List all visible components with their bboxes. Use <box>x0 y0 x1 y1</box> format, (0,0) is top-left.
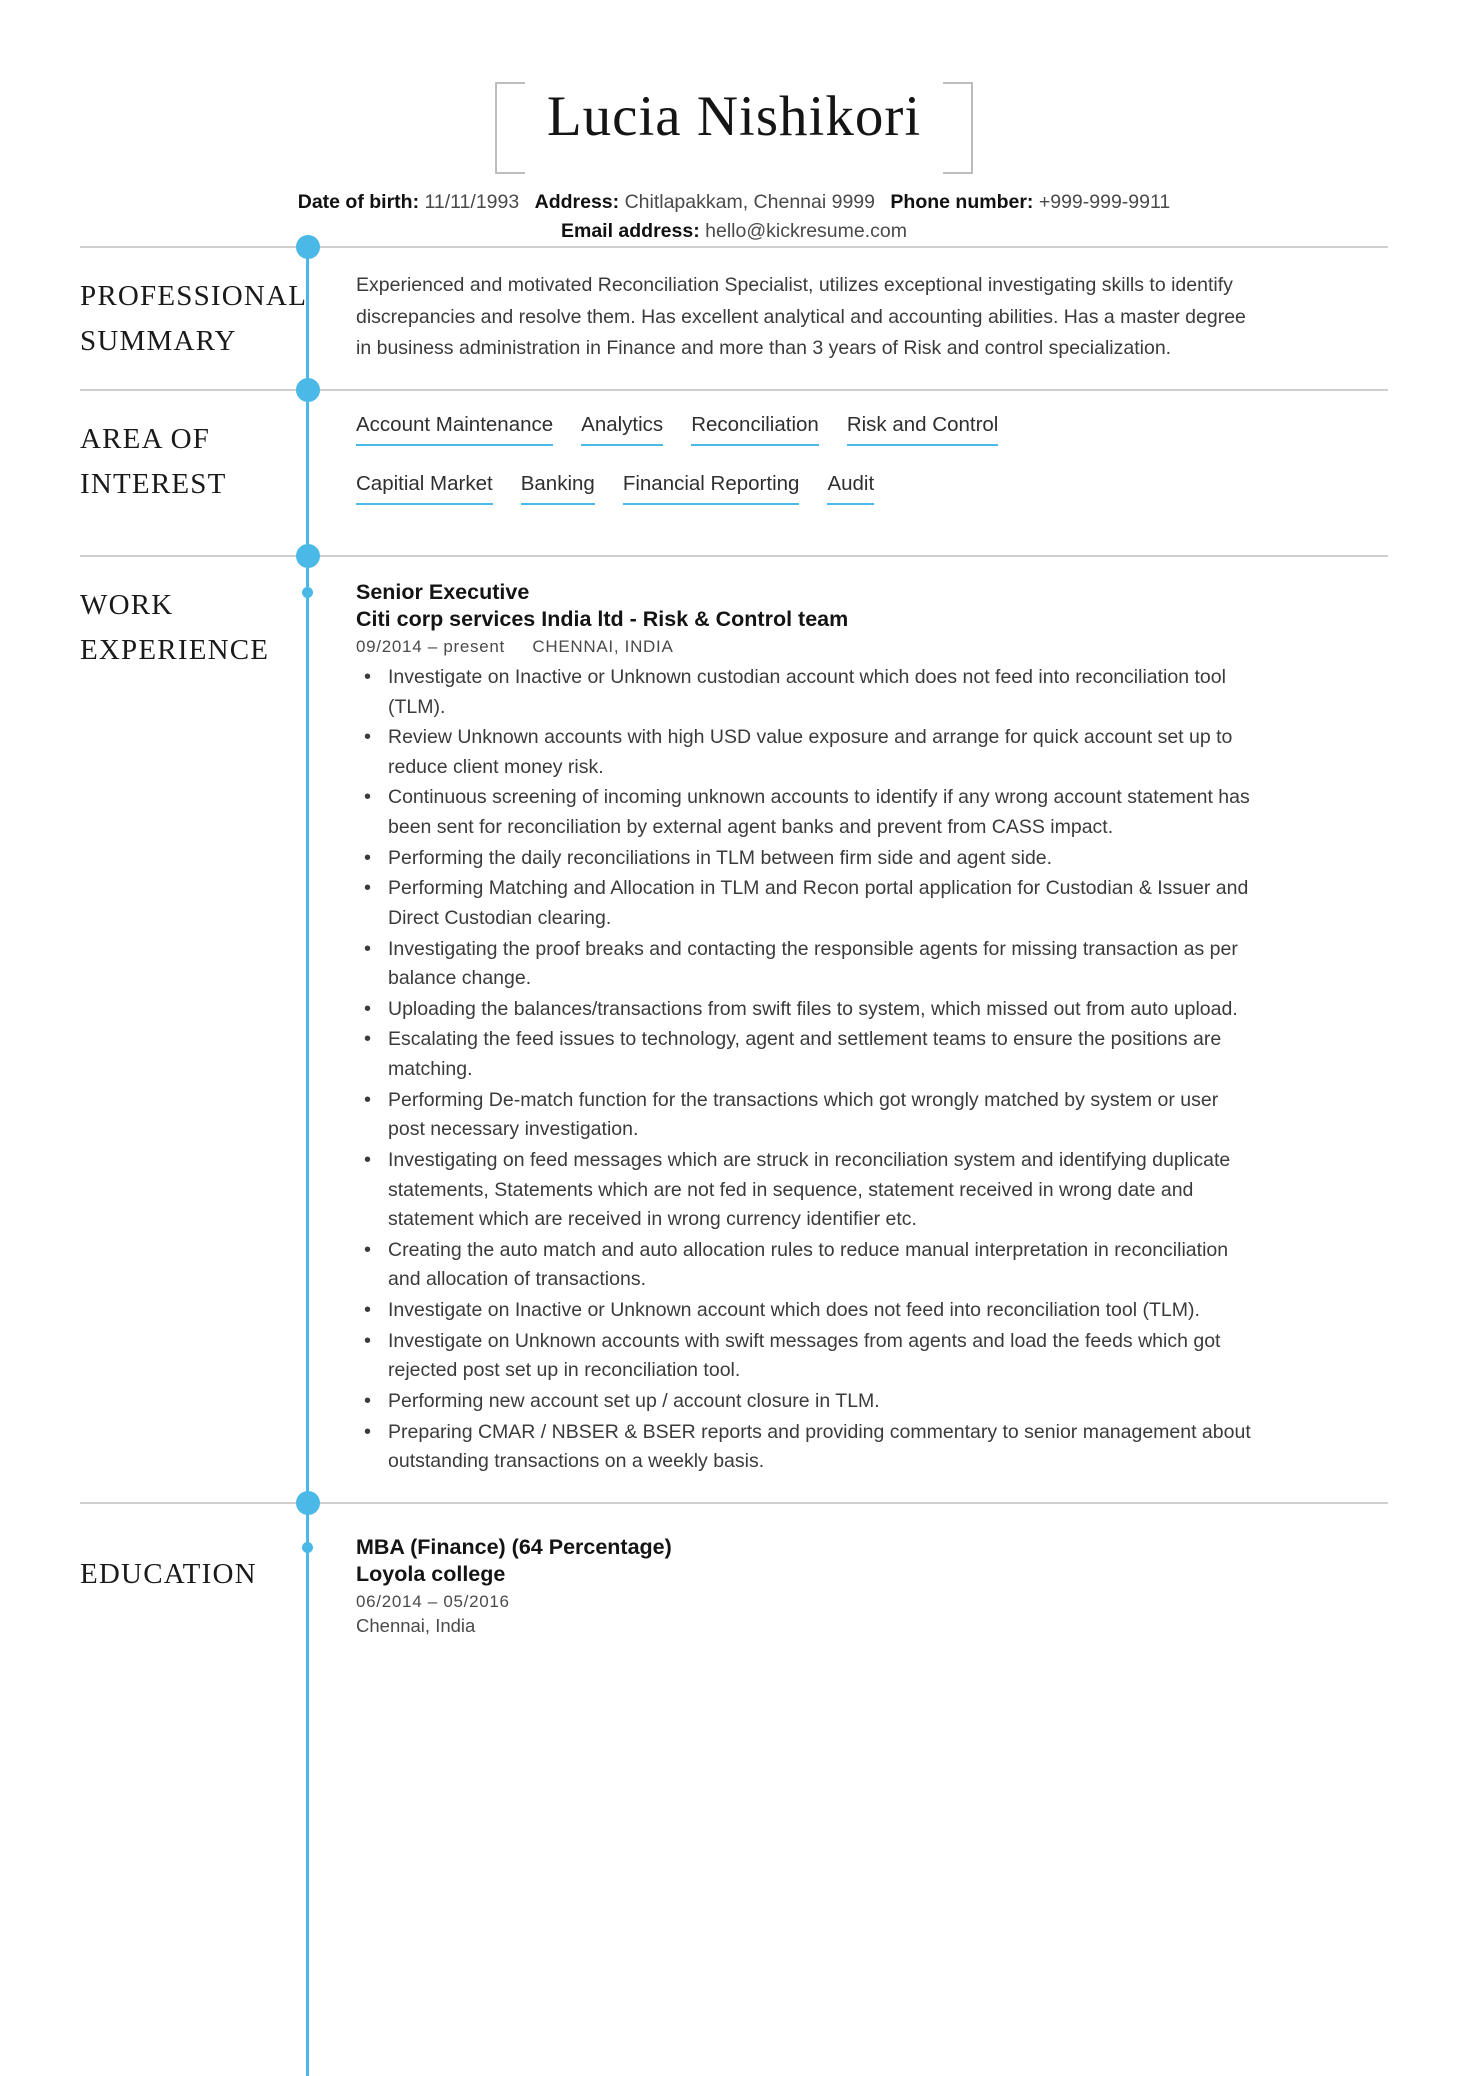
school-name: Loyola college <box>356 1561 506 1586</box>
job-bullet: Investigate on Unknown accounts with swi… <box>356 1326 1256 1386</box>
job-meta: 09/2014 – present CHENNAI, INDIA <box>356 637 1388 657</box>
job-location: CHENNAI, INDIA <box>532 636 674 656</box>
experience-heading-line2: EXPERIENCE <box>80 633 270 666</box>
experience-label-column: WORK EXPERIENCE <box>80 557 306 1502</box>
job-bullet: Investigate on Inactive or Unknown accou… <box>356 1295 1256 1326</box>
experience-entry: Senior Executive Citi corp services Indi… <box>356 579 1388 1477</box>
job-responsibility-list: Investigate on Inactive or Unknown custo… <box>356 662 1256 1477</box>
skill-tag: Account Maintenance <box>356 413 554 446</box>
education-content: MBA (Finance) (64 Percentage) Loyola col… <box>306 1504 1388 1677</box>
dob-value: 11/11/1993 <box>424 190 520 213</box>
timeline-entry-node-icon <box>302 1541 313 1553</box>
address-value: Chitlapakkam, Chennai 9999 <box>624 190 875 213</box>
interest-heading-line2: INTEREST <box>80 467 227 500</box>
skill-tag: Reconciliation <box>691 413 819 446</box>
education-entry: MBA (Finance) (64 Percentage) Loyola col… <box>356 1534 1388 1637</box>
education-label-column: EDUCATION <box>80 1504 306 1677</box>
experience-content: Senior Executive Citi corp services Indi… <box>306 557 1388 1502</box>
education-location: Chennai, India <box>356 1614 476 1636</box>
phone-value: +999-999-9911 <box>1038 190 1171 213</box>
skill-tag-list: Account Maintenance Analytics Reconcilia… <box>356 413 1186 531</box>
skill-tag: Capitial Market <box>356 472 493 505</box>
contact-phone: Phone number: +999-999-9911 <box>890 191 1170 213</box>
skill-tag: Banking <box>520 472 595 505</box>
resume-header: Lucia Nishikori Date of birth: 11/11/199… <box>80 0 1388 246</box>
summary-content: Experienced and motivated Reconciliation… <box>306 248 1388 389</box>
candidate-name: Lucia Nishikori <box>546 85 922 148</box>
contact-email-row: Email address: hello@kickresume.com <box>80 217 1388 246</box>
timeline-node-icon <box>296 377 320 402</box>
summary-heading-line1: PROFESSIONAL <box>80 280 308 313</box>
job-bullet: Continuous screening of incoming unknown… <box>356 782 1256 842</box>
skill-tag: Audit <box>827 472 875 505</box>
email-value: hello@kickresume.com <box>705 219 907 242</box>
summary-label-column: PROFESSIONAL SUMMARY <box>80 248 306 389</box>
interest-label-column: AREA OF INTEREST <box>80 391 306 555</box>
section-education: EDUCATION MBA (Finance) (64 Percentage) … <box>80 1490 1388 1677</box>
job-bullet: Performing Matching and Allocation in TL… <box>356 873 1256 933</box>
job-company: Citi corp services India ltd - Risk & Co… <box>356 606 849 631</box>
dob-label: Date of birth: <box>297 190 420 213</box>
job-bullet: Performing the daily reconciliations in … <box>356 843 1256 874</box>
address-label: Address: <box>534 190 620 213</box>
job-bullet: Performing De-match function for the tra… <box>356 1085 1256 1145</box>
job-bullet: Investigating on feed messages which are… <box>356 1145 1256 1235</box>
interest-heading-line1: AREA OF <box>80 422 211 455</box>
section-professional-summary: PROFESSIONAL SUMMARY Experienced and mot… <box>80 235 1388 389</box>
timeline-node-icon <box>296 1490 320 1515</box>
job-bullet: Investigate on Inactive or Unknown custo… <box>356 662 1256 722</box>
job-dates: 09/2014 – present <box>356 636 505 656</box>
degree-title: MBA (Finance) (64 Percentage) <box>356 1534 672 1559</box>
job-bullet: Uploading the balances/transactions from… <box>356 994 1256 1025</box>
job-bullet: Investigating the proof breaks and conta… <box>356 934 1256 994</box>
summary-heading-line2: SUMMARY <box>80 324 237 357</box>
job-bullet: Review Unknown accounts with high USD va… <box>356 722 1256 782</box>
experience-heading-line1: WORK <box>80 588 174 621</box>
job-bullet: Escalating the feed issues to technology… <box>356 1024 1256 1084</box>
name-frame: Lucia Nishikori <box>494 74 974 174</box>
contact-details: Date of birth: 11/11/1993 Address: Chitl… <box>80 188 1388 247</box>
education-dates: 06/2014 – 05/2016 <box>356 1591 510 1611</box>
timeline-node-icon <box>296 543 320 568</box>
timeline-entry-node-icon <box>302 586 313 598</box>
interest-content: Account Maintenance Analytics Reconcilia… <box>306 391 1388 555</box>
education-heading: EDUCATION <box>80 1557 257 1590</box>
contact-dob: Date of birth: 11/11/1993 <box>298 191 525 213</box>
email-label: Email address: <box>560 219 700 242</box>
resume-page: Lucia Nishikori Date of birth: 11/11/199… <box>0 0 1468 2076</box>
skill-tag: Risk and Control <box>846 413 999 446</box>
section-area-of-interest: AREA OF INTEREST Account Maintenance Ana… <box>80 377 1388 555</box>
timeline-node-icon <box>296 235 320 260</box>
job-bullet: Performing new account set up / account … <box>356 1386 1256 1417</box>
contact-address: Address: Chitlapakkam, Chennai 9999 <box>535 191 881 213</box>
job-bullet: Creating the auto match and auto allocat… <box>356 1235 1256 1295</box>
skill-tag: Analytics <box>581 413 664 446</box>
phone-label: Phone number: <box>890 190 1034 213</box>
job-title: Senior Executive <box>356 579 530 604</box>
job-bullet: Preparing CMAR / NBSER & BSER reports an… <box>356 1417 1256 1477</box>
section-work-experience: WORK EXPERIENCE Senior Executive Citi co… <box>80 543 1388 1502</box>
summary-text: Experienced and motivated Reconciliation… <box>356 274 1246 360</box>
skill-tag: Financial Reporting <box>622 472 800 505</box>
